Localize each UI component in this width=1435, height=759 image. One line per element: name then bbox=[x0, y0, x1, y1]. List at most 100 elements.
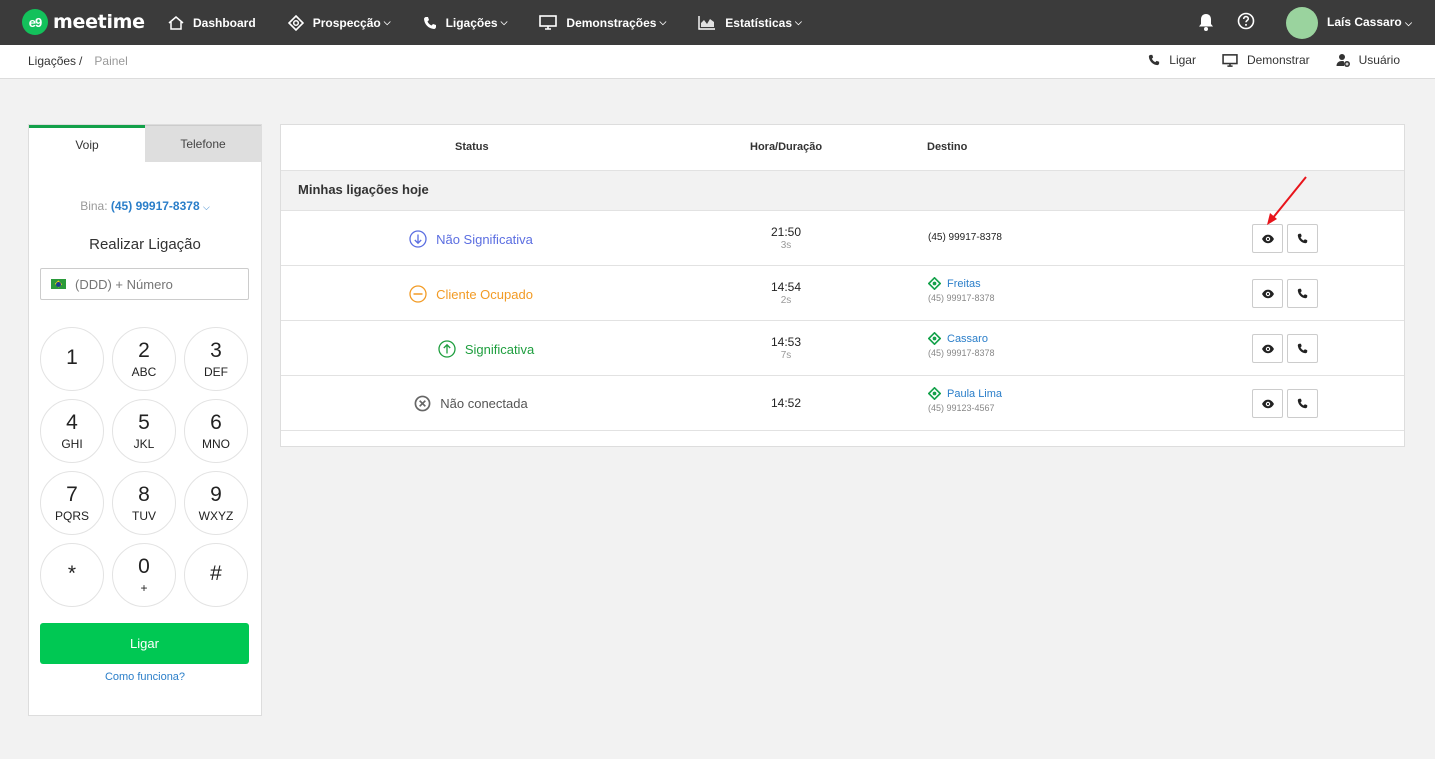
view-button[interactable] bbox=[1252, 224, 1283, 253]
phone-number-input[interactable] bbox=[75, 276, 235, 292]
key-letters: GHI bbox=[61, 436, 83, 451]
tab-telefone[interactable]: Telefone bbox=[145, 125, 261, 162]
phone-icon bbox=[423, 16, 436, 29]
call-status-label: Não conectada bbox=[440, 396, 528, 411]
bell-icon[interactable] bbox=[1197, 12, 1215, 32]
breadcrumb-separator: / bbox=[79, 54, 83, 68]
eye-icon bbox=[1261, 399, 1274, 408]
nav-prospeccao[interactable]: Prospecção ⌵ bbox=[287, 14, 391, 31]
nav-demonstracoes[interactable]: Demonstrações ⌵ bbox=[539, 15, 666, 30]
call-time: 14:52 bbox=[736, 396, 836, 411]
call-status: Não Significativa bbox=[281, 230, 661, 248]
usuario-action-label: Usuário bbox=[1358, 53, 1400, 67]
phone-icon bbox=[1297, 288, 1308, 299]
demonstrar-action[interactable]: Demonstrar bbox=[1222, 53, 1310, 67]
call-destination: (45) 99917-8378 bbox=[928, 232, 1002, 243]
table-header: Status Hora/Duração Destino bbox=[281, 125, 1404, 171]
minus-circle-icon bbox=[409, 285, 427, 303]
nav-estatisticas[interactable]: Estatísticas ⌵ bbox=[698, 15, 802, 30]
key-9[interactable]: 9 WXYZ bbox=[184, 471, 248, 535]
key-1[interactable]: 1 bbox=[40, 327, 104, 391]
ligar-action-label: Ligar bbox=[1169, 53, 1196, 67]
target-icon bbox=[287, 14, 304, 31]
view-button[interactable] bbox=[1252, 279, 1283, 308]
monitor-icon bbox=[539, 15, 558, 30]
ligar-action[interactable]: Ligar bbox=[1148, 53, 1196, 67]
target-icon bbox=[928, 332, 941, 345]
view-button[interactable] bbox=[1252, 389, 1283, 418]
contact-name: Cassaro bbox=[947, 332, 988, 345]
key-0[interactable]: 0 + bbox=[112, 543, 176, 607]
user-name: Laís Cassaro bbox=[1327, 15, 1402, 29]
help-icon[interactable] bbox=[1237, 12, 1255, 30]
destination-phone: (45) 99917-8378 bbox=[928, 293, 995, 303]
bina-selector[interactable]: Bina: (45) 99917-8378 ⌵ bbox=[29, 199, 261, 213]
key-hash[interactable]: # bbox=[184, 543, 248, 607]
call-time: 14:53 7s bbox=[736, 335, 836, 361]
x-circle-icon bbox=[414, 395, 431, 412]
call-again-button[interactable] bbox=[1287, 389, 1318, 418]
eye-icon bbox=[1261, 289, 1274, 298]
phone-icon bbox=[1149, 54, 1160, 66]
call-duration: 7s bbox=[780, 350, 792, 361]
header-dest: Destino bbox=[927, 141, 968, 153]
bina-label: Bina: bbox=[80, 199, 108, 213]
call-button[interactable]: Ligar bbox=[40, 623, 249, 664]
table-row: Cliente Ocupado 14:54 2s Freitas (45) 99… bbox=[281, 266, 1404, 321]
table-row: Significativa 14:53 7s Cassaro (45) 9991… bbox=[281, 321, 1404, 376]
table-row: Não Significativa 21:50 3s (45) 99917-83… bbox=[281, 211, 1404, 266]
key-digit: 0 bbox=[138, 554, 150, 578]
key-letters: + bbox=[140, 580, 148, 595]
contact-link[interactable]: Freitas bbox=[928, 277, 995, 290]
tab-voip[interactable]: Voip bbox=[29, 125, 145, 162]
calls-table: Status Hora/Duração Destino Minhas ligaç… bbox=[280, 124, 1405, 447]
how-it-works-link[interactable]: Como funciona? bbox=[29, 671, 261, 683]
chevron-down-icon: ⌵ bbox=[500, 17, 508, 27]
key-digit: 9 bbox=[210, 482, 222, 506]
user-add-icon bbox=[1336, 54, 1350, 67]
row-actions bbox=[1252, 279, 1322, 308]
row-actions bbox=[1252, 389, 1322, 418]
call-duration: 2s bbox=[780, 295, 792, 306]
eye-icon bbox=[1261, 344, 1274, 353]
key-6[interactable]: 6 MNO bbox=[184, 399, 248, 463]
key-digit: 5 bbox=[138, 410, 150, 434]
contact-link[interactable]: Paula Lima bbox=[928, 387, 1002, 400]
breadcrumb-parent[interactable]: Ligações bbox=[28, 54, 76, 68]
user-menu[interactable]: Laís Cassaro ⌵ bbox=[1327, 15, 1412, 29]
key-3[interactable]: 3 DEF bbox=[184, 327, 248, 391]
view-button[interactable] bbox=[1252, 334, 1283, 363]
call-status: Cliente Ocupado bbox=[281, 285, 661, 303]
key-letters: WXYZ bbox=[198, 508, 234, 523]
call-again-button[interactable] bbox=[1287, 334, 1318, 363]
destination-phone: (45) 99917-8378 bbox=[928, 348, 995, 358]
call-time: 14:54 2s bbox=[736, 280, 836, 306]
nav-demonstracoes-label: Demonstrações bbox=[566, 15, 657, 30]
key-5[interactable]: 5 JKL bbox=[112, 399, 176, 463]
key-4[interactable]: 4 GHI bbox=[40, 399, 104, 463]
key-star[interactable]: * bbox=[40, 543, 104, 607]
key-7[interactable]: 7 PQRS bbox=[40, 471, 104, 535]
call-again-button[interactable] bbox=[1287, 279, 1318, 308]
key-digit: * bbox=[67, 561, 77, 585]
brazil-flag-icon[interactable] bbox=[51, 279, 66, 289]
avatar[interactable] bbox=[1286, 7, 1318, 39]
chart-icon bbox=[698, 16, 716, 30]
nav-estatisticas-label: Estatísticas bbox=[725, 15, 792, 30]
key-2[interactable]: 2 ABC bbox=[112, 327, 176, 391]
nav-dashboard[interactable]: Dashboard bbox=[168, 16, 256, 30]
contact-link[interactable]: Cassaro bbox=[928, 332, 995, 345]
phone-number-field[interactable] bbox=[40, 268, 249, 300]
call-again-button[interactable] bbox=[1287, 224, 1318, 253]
phone-icon bbox=[1297, 398, 1308, 409]
arrow-up-circle-icon bbox=[438, 340, 456, 358]
app-logo[interactable]: e9 meetime bbox=[22, 9, 145, 35]
key-8[interactable]: 8 TUV bbox=[112, 471, 176, 535]
breadcrumb: Ligações / Painel bbox=[28, 54, 128, 68]
chevron-down-icon: ⌵ bbox=[659, 17, 667, 27]
usuario-action[interactable]: Usuário bbox=[1336, 53, 1400, 67]
header-time: Hora/Duração bbox=[750, 141, 823, 153]
nav-ligacoes[interactable]: Ligações ⌵ bbox=[423, 15, 508, 30]
nav-ligacoes-label: Ligações bbox=[445, 15, 498, 30]
demonstrar-action-label: Demonstrar bbox=[1246, 53, 1310, 67]
